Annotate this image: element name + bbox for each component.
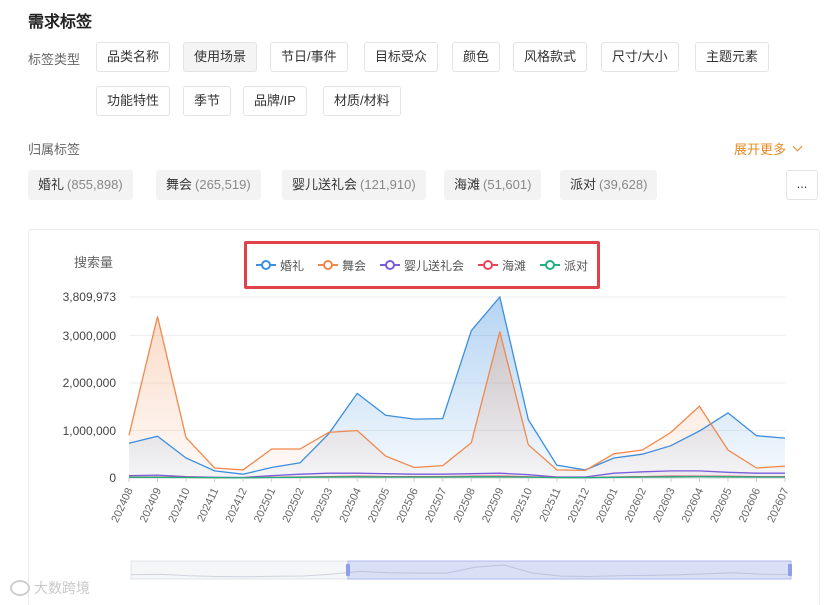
watermark-text: 大数跨境 xyxy=(34,580,90,596)
legend-line-circle-icon xyxy=(478,260,498,270)
x-tick-label: 202510 xyxy=(509,486,535,524)
legend-item-wedding[interactable]: 婚礼 xyxy=(255,257,304,274)
y-axis-title: 搜索量 xyxy=(74,255,114,270)
zoom-slider-left-handle[interactable] xyxy=(346,564,350,576)
chart-legend: 婚礼 舞会 婴儿送礼会 海滩 派对 xyxy=(244,241,600,289)
x-tick-label: 202607 xyxy=(765,486,791,524)
x-tick-label: 202602 xyxy=(623,486,649,524)
legend-line-circle-icon xyxy=(379,260,400,270)
y-tick-label: 1,000,000 xyxy=(62,424,116,438)
legend-line-circle-icon xyxy=(540,260,561,270)
x-tick-label: 202605 xyxy=(708,486,734,524)
x-tick-label: 202601 xyxy=(594,486,620,524)
x-tick-label: 202503 xyxy=(309,486,335,524)
y-tick-label: 2,000,000 xyxy=(62,376,116,390)
x-tick-label: 202603 xyxy=(651,486,677,524)
x-tick-label: 202509 xyxy=(480,486,506,524)
legend-label: 舞会 xyxy=(341,258,366,273)
legend-label: 海滩 xyxy=(502,258,527,273)
x-tick-label: 202409 xyxy=(138,486,164,524)
x-tick-label: 202606 xyxy=(737,486,763,524)
legend-line-circle-icon xyxy=(255,260,276,270)
logo-icon xyxy=(10,580,30,596)
y-tick-label: 3,809,973 xyxy=(62,290,116,304)
legend-item-prom[interactable]: 舞会 xyxy=(317,257,366,274)
zoom-slider-selection[interactable] xyxy=(347,560,792,580)
legend-label: 婴儿送礼会 xyxy=(403,258,464,273)
y-tick-label: 3,000,000 xyxy=(62,329,116,343)
x-tick-label: 202604 xyxy=(680,486,706,524)
x-tick-label: 202511 xyxy=(538,486,564,524)
x-tick-label: 202412 xyxy=(223,486,249,524)
x-tick-label: 202504 xyxy=(337,486,363,524)
legend-item-beach[interactable]: 海滩 xyxy=(478,257,526,274)
x-tick-label: 202502 xyxy=(280,486,306,524)
y-tick-label: 0 xyxy=(109,471,116,485)
zoom-slider-right-handle[interactable] xyxy=(788,564,792,576)
x-tick-label: 202410 xyxy=(166,486,192,524)
legend-line-circle-icon xyxy=(317,260,338,270)
x-tick-label: 202507 xyxy=(423,486,449,524)
x-tick-label: 202408 xyxy=(109,486,135,524)
watermark: 大数跨境 xyxy=(10,578,90,598)
legend-item-party[interactable]: 派对 xyxy=(540,257,588,274)
legend-label: 派对 xyxy=(564,258,589,273)
x-tick-label: 202512 xyxy=(566,486,592,524)
x-tick-label: 202501 xyxy=(252,486,278,524)
legend-item-baby-shower[interactable]: 婴儿送礼会 xyxy=(379,257,464,274)
legend-label: 婚礼 xyxy=(279,258,304,273)
x-tick-label: 202506 xyxy=(395,486,421,524)
search-volume-chart: 202408 202409 202410 202411 202412 202501 2025… xyxy=(109,295,792,580)
x-tick-label: 202505 xyxy=(366,486,392,524)
x-tick-label: 202508 xyxy=(452,486,478,524)
x-tick-label: 202411 xyxy=(195,486,221,524)
